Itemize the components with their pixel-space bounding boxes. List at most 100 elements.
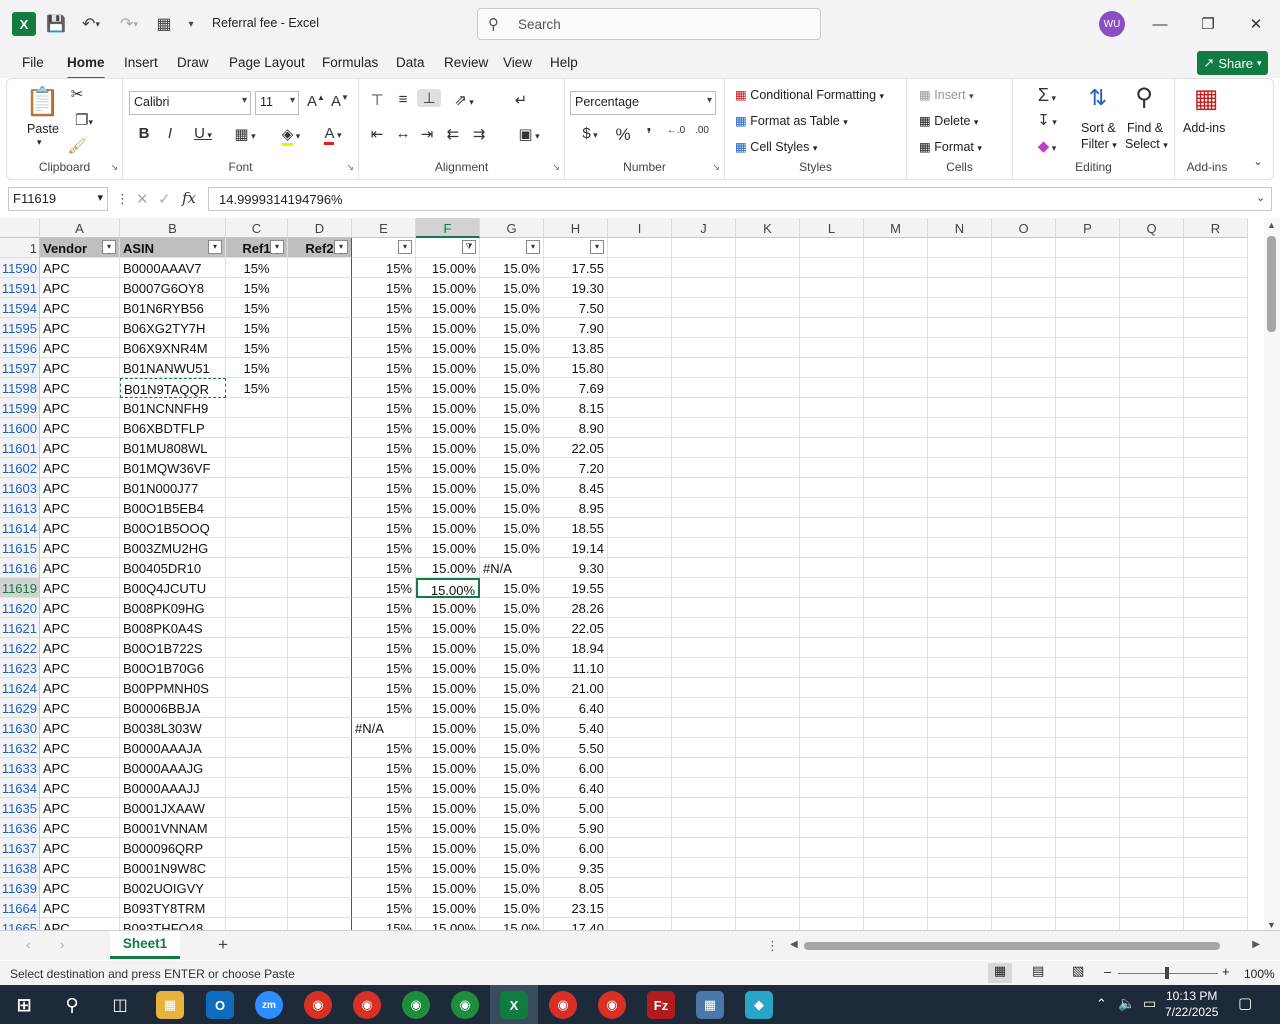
empty-cell[interactable] <box>1184 918 1248 930</box>
empty-cell[interactable] <box>608 838 672 858</box>
filter-dropdown-icon[interactable]: ▾ <box>102 240 116 254</box>
empty-cell[interactable] <box>928 578 992 598</box>
ref2-cell[interactable] <box>288 878 352 898</box>
ref2-cell[interactable] <box>288 718 352 738</box>
vendor-cell[interactable]: APC <box>40 538 120 558</box>
value-cell-e[interactable]: 15% <box>352 878 416 898</box>
empty-cell[interactable] <box>1184 898 1248 918</box>
empty-cell[interactable] <box>800 318 864 338</box>
scroll-left-icon[interactable]: ◀ <box>790 939 798 950</box>
empty-cell[interactable] <box>992 558 1056 578</box>
empty-cell[interactable] <box>800 578 864 598</box>
clear-icon[interactable]: ◆ ▾ <box>1027 137 1067 155</box>
asin-cell[interactable]: B01N9TAQQR <box>120 378 226 398</box>
value-cell-e[interactable]: 15% <box>352 478 416 498</box>
value-cell-g[interactable]: 15.0% <box>480 518 544 538</box>
empty-cell[interactable] <box>928 258 992 278</box>
insert-function-icon[interactable]: fx <box>182 189 196 207</box>
empty-cell[interactable] <box>1056 438 1120 458</box>
value-cell-g[interactable]: 15.0% <box>480 918 544 930</box>
empty-cell[interactable] <box>1120 478 1184 498</box>
value-cell-f[interactable]: 15.00% <box>416 258 480 278</box>
value-cell-h[interactable]: 6.40 <box>544 778 608 798</box>
value-cell-e[interactable]: 15% <box>352 698 416 718</box>
scroll-up-icon[interactable]: ▲ <box>1267 220 1276 230</box>
empty-cell[interactable] <box>928 818 992 838</box>
empty-cell[interactable] <box>864 498 928 518</box>
empty-cell[interactable] <box>1120 878 1184 898</box>
ref1-cell[interactable]: 15% <box>226 338 288 358</box>
tab-file[interactable]: File <box>22 55 44 70</box>
row-header[interactable]: 11597 <box>0 358 40 378</box>
empty-cell[interactable] <box>736 798 800 818</box>
empty-cell[interactable] <box>1184 618 1248 638</box>
empty-cell[interactable] <box>1184 758 1248 778</box>
empty-cell[interactable] <box>864 418 928 438</box>
row-header[interactable]: 11665 <box>0 918 40 930</box>
asin-cell[interactable]: B0001JXAAW <box>120 798 226 818</box>
chrome-icon[interactable]: ◉ <box>451 991 479 1019</box>
ref1-cell[interactable]: 15% <box>226 258 288 278</box>
asin-cell[interactable]: B00Q4JCUTU <box>120 578 226 598</box>
value-cell-f[interactable]: 15.00% <box>416 878 480 898</box>
empty-cell[interactable] <box>1184 818 1248 838</box>
value-cell-e[interactable]: 15% <box>352 418 416 438</box>
empty-cell[interactable] <box>1120 778 1184 798</box>
ref2-cell[interactable] <box>288 678 352 698</box>
value-cell-f[interactable]: 15.00% <box>416 518 480 538</box>
row-header[interactable]: 11636 <box>0 818 40 838</box>
row-header[interactable]: 11638 <box>0 858 40 878</box>
page-break-view-icon[interactable]: ▧ <box>1072 963 1084 979</box>
empty-cell[interactable] <box>800 878 864 898</box>
add-sheet-icon[interactable]: + <box>218 935 228 955</box>
ref2-cell[interactable] <box>288 538 352 558</box>
empty-cell[interactable] <box>992 418 1056 438</box>
empty-cell[interactable] <box>608 278 672 298</box>
empty-cell[interactable] <box>736 358 800 378</box>
empty-cell[interactable] <box>1120 798 1184 818</box>
ref1-cell[interactable] <box>226 678 288 698</box>
empty-cell[interactable] <box>992 638 1056 658</box>
empty-cell[interactable] <box>672 458 736 478</box>
ref1-cell[interactable] <box>226 458 288 478</box>
row-header[interactable]: 11633 <box>0 758 40 778</box>
empty-cell[interactable] <box>672 758 736 778</box>
dialog-launcher-icon[interactable]: ↘ <box>712 162 720 173</box>
empty-cell[interactable] <box>992 578 1056 598</box>
empty-cell[interactable] <box>672 378 736 398</box>
value-cell-f[interactable]: 15.00% <box>416 838 480 858</box>
next-sheet-icon[interactable]: › <box>60 937 64 952</box>
dialog-launcher-icon[interactable]: ↘ <box>110 162 118 173</box>
increase-indent-icon[interactable]: ⇉ <box>469 125 489 143</box>
empty-cell[interactable] <box>1056 878 1120 898</box>
value-cell-e[interactable]: 15% <box>352 438 416 458</box>
avatar[interactable]: WU <box>1099 11 1125 37</box>
empty-cell[interactable] <box>992 838 1056 858</box>
table-header-cell[interactable]: ASIN ▾ <box>120 238 226 258</box>
value-cell-f[interactable]: 15.00% <box>416 398 480 418</box>
empty-cell[interactable] <box>736 738 800 758</box>
empty-cell[interactable] <box>864 678 928 698</box>
value-cell-g[interactable]: 15.0% <box>480 778 544 798</box>
asin-cell[interactable]: B000096QRP <box>120 838 226 858</box>
value-cell-f[interactable]: 15.00% <box>416 478 480 498</box>
empty-cell[interactable] <box>1120 378 1184 398</box>
zoom-in-icon[interactable]: + <box>1222 964 1230 979</box>
value-cell-f[interactable]: 15.00% <box>416 638 480 658</box>
cancel-icon[interactable]: ✕ <box>136 190 149 208</box>
value-cell-h[interactable]: 15.80 <box>544 358 608 378</box>
find-select-label-1[interactable]: Find & <box>1127 121 1163 135</box>
ref2-cell[interactable] <box>288 578 352 598</box>
addins-icon[interactable]: ▦ <box>1189 83 1223 114</box>
undo-icon[interactable]: ↶ ▾ <box>76 12 106 36</box>
empty-cell[interactable] <box>736 398 800 418</box>
empty-cell[interactable] <box>800 638 864 658</box>
empty-cell[interactable] <box>928 698 992 718</box>
value-cell-f[interactable]: 15.00% <box>416 658 480 678</box>
empty-cell[interactable] <box>1056 318 1120 338</box>
ref2-cell[interactable] <box>288 458 352 478</box>
value-cell-g[interactable]: 15.0% <box>480 638 544 658</box>
vertical-scroll-thumb[interactable] <box>1267 236 1276 332</box>
empty-cell[interactable] <box>736 278 800 298</box>
value-cell-e[interactable]: 15% <box>352 738 416 758</box>
